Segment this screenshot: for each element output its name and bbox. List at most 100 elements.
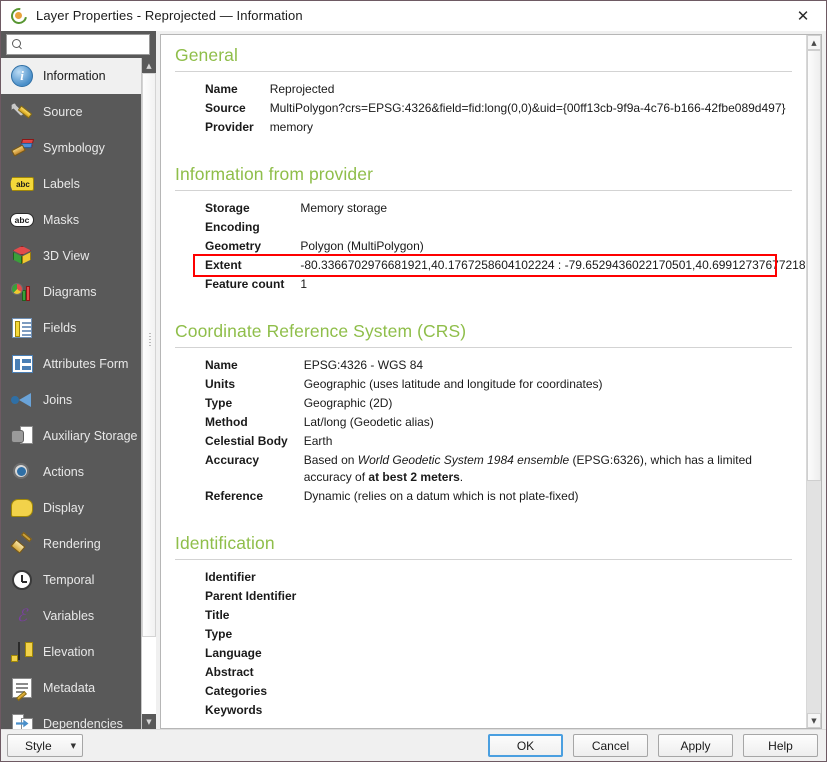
row-key: Language	[205, 646, 262, 660]
layer-properties-dialog: Layer Properties - Reprojected — Informa…	[0, 0, 827, 762]
sidebar-item-source[interactable]: Source	[1, 94, 141, 130]
style-button-label: Style	[24, 738, 52, 753]
search-box[interactable]	[6, 34, 169, 55]
diagrams-icon	[10, 280, 34, 304]
auxiliary-storage-icon	[10, 424, 34, 448]
divider	[175, 559, 792, 560]
sidebar-item-dependencies[interactable]: Dependencies	[1, 706, 141, 729]
sidebar-search-wrap	[1, 31, 169, 58]
search-input[interactable]	[23, 38, 169, 51]
table-row: Method Lat/long (Geodetic alias)	[205, 414, 792, 433]
fields-icon	[10, 316, 34, 340]
row-key: Abstract	[205, 665, 254, 679]
sidebar-item-temporal[interactable]: Temporal	[1, 562, 141, 598]
style-button[interactable]: Style ▼	[7, 734, 83, 757]
3d-view-icon	[10, 244, 34, 268]
row-value: memory	[269, 120, 314, 134]
information-document: General Name Reprojected Source MultiPol…	[161, 35, 806, 728]
scroll-down-icon[interactable]: ▼	[807, 713, 821, 728]
masks-icon: abc	[10, 208, 34, 232]
row-key: Accuracy	[205, 453, 260, 467]
table-row: Type Geographic (2D)	[205, 395, 792, 414]
sidebar-item-rendering[interactable]: Rendering	[1, 526, 141, 562]
sidebar-scroll-thumb[interactable]	[142, 73, 156, 638]
temporal-icon	[10, 568, 34, 592]
sidebar-item-fields[interactable]: Fields	[1, 310, 141, 346]
table-row-accuracy: Accuracy Based on World Geodetic System …	[205, 452, 792, 488]
row-value: Based on World Geodetic System 1984 ense…	[304, 452, 792, 488]
cancel-button[interactable]: Cancel	[573, 734, 648, 757]
sidebar-item-joins[interactable]: Joins	[1, 382, 141, 418]
row-key: Reference	[205, 489, 264, 503]
table-row: Categories	[205, 683, 312, 702]
table-row: Provider memory	[205, 119, 786, 138]
apply-button[interactable]: Apply	[658, 734, 733, 757]
row-key: Name	[205, 82, 238, 96]
sidebar-item-variables[interactable]: ℰ Variables	[1, 598, 141, 634]
sidebar-item-display[interactable]: Display	[1, 490, 141, 526]
content-scrollbar[interactable]: ▲ ▼	[806, 35, 821, 728]
labels-icon: abc	[10, 172, 34, 196]
sidebar-scroll-track[interactable]	[142, 73, 156, 714]
row-value: 1	[300, 277, 308, 291]
sidebar-item-label: Metadata	[43, 681, 96, 695]
row-key: Celestial Body	[205, 434, 288, 448]
table-row: Abstract	[205, 664, 312, 683]
actions-icon	[10, 460, 34, 484]
sidebar-item-label: Actions	[43, 465, 84, 479]
row-value: Reprojected	[269, 82, 335, 96]
sidebar-item-actions[interactable]: Actions	[1, 454, 141, 490]
row-key: Feature count	[205, 277, 285, 291]
identification-table: Identifier Parent Identifier Title Type …	[205, 569, 312, 721]
metadata-icon	[10, 676, 34, 702]
sidebar-item-label: Labels	[43, 177, 80, 191]
sidebar-item-symbology[interactable]: Symbology	[1, 130, 141, 166]
table-row: Geometry Polygon (MultiPolygon)	[205, 238, 806, 257]
table-row: Celestial Body Earth	[205, 433, 792, 452]
chevron-down-icon: ▼	[70, 741, 76, 750]
accuracy-part3: .	[459, 470, 464, 484]
sidebar-item-information[interactable]: i Information	[1, 58, 141, 94]
row-value: Memory storage	[300, 201, 388, 215]
section-title-provider: Information from provider	[175, 164, 373, 184]
sidebar-item-masks[interactable]: abc Masks	[1, 202, 141, 238]
sidebar-item-elevation[interactable]: Elevation	[1, 634, 141, 670]
section-title-crs: Coordinate Reference System (CRS)	[175, 321, 467, 341]
row-value: Earth	[303, 434, 333, 448]
sidebar-item-labels[interactable]: abc Labels	[1, 166, 141, 202]
content-panel: General Name Reprojected Source MultiPol…	[156, 31, 826, 729]
sidebar-item-3d-view[interactable]: 3D View	[1, 238, 141, 274]
table-row: Parent Identifier	[205, 588, 312, 607]
sidebar-item-label: Information	[43, 69, 106, 83]
table-row: Units Geographic (uses latitude and long…	[205, 376, 792, 395]
sidebar-item-label: Variables	[43, 609, 95, 623]
divider	[175, 190, 792, 191]
general-table: Name Reprojected Source MultiPolygon?crs…	[205, 81, 786, 138]
accuracy-part1: Based on	[303, 453, 358, 467]
sidebar-item-diagrams[interactable]: Diagrams	[1, 274, 141, 310]
row-value: Dynamic (relies on a datum which is not …	[303, 489, 579, 503]
content-scroll-thumb[interactable]	[807, 50, 821, 481]
elevation-icon	[10, 640, 34, 664]
sidebar-item-metadata[interactable]: Metadata	[1, 670, 141, 706]
row-key: Name	[205, 358, 238, 372]
accuracy-bold: at best 2 meters	[368, 470, 460, 484]
row-key: Units	[205, 377, 235, 391]
scroll-up-icon[interactable]: ▲	[807, 35, 821, 50]
content-scroll-track[interactable]	[807, 50, 821, 713]
sidebar-item-label: Dependencies	[43, 717, 123, 729]
sidebar-item-attributes-form[interactable]: Attributes Form	[1, 346, 141, 382]
sidebar-item-label: 3D View	[43, 249, 90, 263]
sidebar-item-label: Source	[43, 105, 83, 119]
row-value	[300, 219, 806, 238]
close-icon[interactable]: ✕	[780, 1, 826, 31]
title-bar: Layer Properties - Reprojected — Informa…	[1, 1, 826, 31]
help-button[interactable]: Help	[743, 734, 818, 757]
sidebar-scrollbar[interactable]: ▲ ▼	[141, 58, 156, 729]
sidebar-item-auxiliary-storage[interactable]: Auxiliary Storage	[1, 418, 141, 454]
scroll-up-icon[interactable]: ▲	[142, 58, 156, 73]
row-key: Type	[205, 396, 233, 410]
search-icon	[12, 39, 23, 50]
ok-button[interactable]: OK	[488, 734, 563, 757]
scroll-down-icon[interactable]: ▼	[142, 714, 156, 729]
